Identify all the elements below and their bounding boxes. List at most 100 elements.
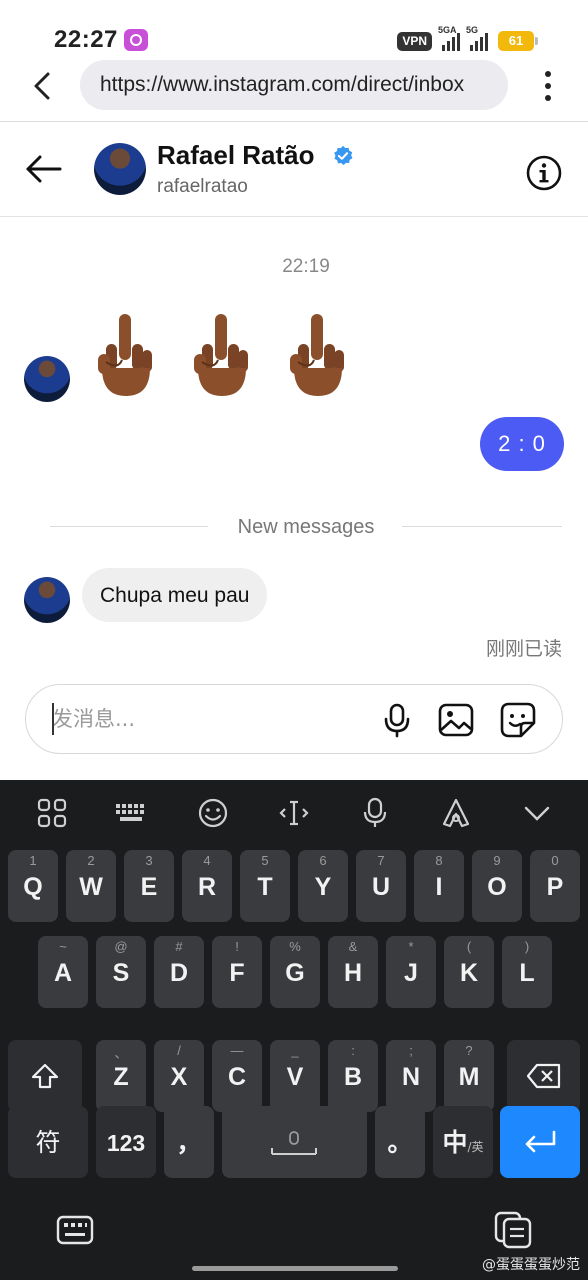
- browser-menu-icon[interactable]: [534, 66, 562, 106]
- space-key[interactable]: [222, 1106, 367, 1178]
- key-y[interactable]: 6Y: [298, 850, 348, 922]
- comma-key[interactable]: ，: [164, 1106, 214, 1178]
- url-text[interactable]: https://www.instagram.com/direct/inbox: [100, 73, 492, 97]
- enter-key[interactable]: [500, 1106, 580, 1178]
- key-label: F: [229, 959, 245, 987]
- key-label: K: [459, 959, 479, 987]
- number-key-label: 123: [106, 1130, 146, 1156]
- contact-avatar[interactable]: [94, 143, 146, 195]
- key-h[interactable]: & H: [328, 936, 378, 1008]
- key-label: Y: [314, 873, 332, 901]
- key-label: M: [458, 1063, 480, 1091]
- clipboard-icon[interactable]: [493, 1210, 533, 1250]
- comma-key-label: ，: [176, 1129, 202, 1157]
- key-s[interactable]: @ S: [96, 936, 146, 1008]
- backspace-key[interactable]: [507, 1040, 580, 1112]
- key-sub-label: /: [177, 1043, 181, 1058]
- keyboard-switch-icon[interactable]: [55, 1210, 95, 1250]
- middle-finger-emoji-icon: [194, 314, 248, 396]
- key-sub-label: 5: [261, 853, 269, 868]
- keyboard-apps-grid-icon[interactable]: [35, 796, 69, 830]
- key-x[interactable]: / X: [154, 1040, 204, 1112]
- key-a[interactable]: ~ A: [38, 936, 88, 1008]
- key-g[interactable]: % G: [270, 936, 320, 1008]
- key-label: J: [404, 959, 418, 987]
- browser-back-icon[interactable]: [22, 64, 66, 108]
- key-f[interactable]: ! F: [212, 936, 262, 1008]
- key-q[interactable]: 1Q: [8, 850, 58, 922]
- incoming-message-bubble[interactable]: Chupa meu pau: [82, 568, 268, 622]
- key-m[interactable]: ? M: [444, 1040, 494, 1112]
- back-arrow-icon[interactable]: [24, 149, 64, 189]
- contact-username[interactable]: rafaelratao: [157, 176, 248, 198]
- emoji-face-icon[interactable]: [196, 796, 230, 830]
- key-p[interactable]: 0P: [530, 850, 580, 922]
- key-sub-label: @: [114, 939, 128, 954]
- key-label: O: [487, 873, 507, 901]
- key-label: U: [371, 873, 391, 901]
- key-r[interactable]: 4R: [182, 850, 232, 922]
- key-label: I: [435, 873, 443, 901]
- keyboard-toolbar: [0, 780, 588, 846]
- outgoing-message-bubble[interactable]: 2 : 0: [480, 417, 564, 471]
- key-i[interactable]: 8I: [414, 850, 464, 922]
- hide-keyboard-chevron-down-icon[interactable]: [520, 796, 554, 830]
- language-key-label: 中: [442, 1128, 468, 1157]
- microphone-icon[interactable]: [378, 701, 416, 739]
- watermark: @蛋蛋蛋蛋炒范: [482, 1257, 580, 1273]
- info-icon[interactable]: [524, 153, 564, 193]
- key-label: G: [285, 959, 305, 987]
- message-input[interactable]: [52, 703, 372, 735]
- handwriting-icon[interactable]: [439, 796, 473, 830]
- signal-5ga-label: 5GA: [438, 25, 457, 35]
- period-key[interactable]: 。: [375, 1106, 425, 1178]
- symbol-key-label: 符: [35, 1128, 61, 1157]
- key-l[interactable]: ) L: [502, 936, 552, 1008]
- key-k[interactable]: (K: [444, 936, 494, 1008]
- key-label: E: [140, 873, 158, 901]
- voice-input-icon[interactable]: [358, 796, 392, 830]
- url-bar[interactable]: https://www.instagram.com/direct/inbox: [80, 60, 508, 110]
- key-sub-label: 8: [435, 853, 443, 868]
- new-messages-divider-label: New messages: [237, 516, 375, 538]
- space-mic-icon: [271, 1131, 317, 1155]
- middle-finger-emoji-icon: [98, 314, 152, 396]
- read-receipt: 刚刚已读: [485, 639, 562, 660]
- symbol-key[interactable]: 符: [8, 1106, 88, 1178]
- contact-name[interactable]: Rafael Ratão: [157, 140, 315, 171]
- key-j[interactable]: * J: [386, 936, 436, 1008]
- key-v[interactable]: _ V: [270, 1040, 320, 1112]
- key-n[interactable]: ; N: [386, 1040, 436, 1112]
- key-sub-label: 7: [377, 853, 385, 868]
- image-gallery-icon[interactable]: [437, 701, 475, 739]
- key-c[interactable]: — C: [212, 1040, 262, 1112]
- key-sub-label: &: [348, 939, 358, 954]
- language-switch-key[interactable]: 中/英: [433, 1106, 493, 1178]
- language-key-sub: /英: [467, 1140, 484, 1154]
- message-timestamp: 22:19: [282, 256, 330, 277]
- key-u[interactable]: 7U: [356, 850, 406, 922]
- key-label: Z: [113, 1063, 129, 1091]
- shift-key[interactable]: [8, 1040, 82, 1112]
- number-key[interactable]: 123: [96, 1106, 156, 1178]
- cursor-move-icon[interactable]: [277, 796, 311, 830]
- sender-avatar[interactable]: [24, 356, 70, 402]
- sender-avatar[interactable]: [24, 577, 70, 623]
- key-sub-label: 1: [29, 853, 37, 868]
- key-e[interactable]: 3E: [124, 850, 174, 922]
- home-indicator[interactable]: [192, 1266, 398, 1271]
- signal-5g-label: 5G: [466, 25, 479, 35]
- emoji-message[interactable]: [96, 310, 346, 398]
- key-sub-label: —: [230, 1043, 244, 1058]
- key-t[interactable]: 5T: [240, 850, 290, 922]
- key-b[interactable]: :B: [328, 1040, 378, 1112]
- key-label: C: [227, 1063, 247, 1091]
- sticker-icon[interactable]: [499, 701, 537, 739]
- key-label: D: [169, 959, 189, 987]
- key-o[interactable]: 9O: [472, 850, 522, 922]
- key-w[interactable]: 2W: [66, 850, 116, 922]
- key-d[interactable]: # D: [154, 936, 204, 1008]
- message-composer: [25, 684, 563, 754]
- key-z[interactable]: 、 Z: [96, 1040, 146, 1112]
- keyboard-layout-icon[interactable]: [114, 796, 148, 830]
